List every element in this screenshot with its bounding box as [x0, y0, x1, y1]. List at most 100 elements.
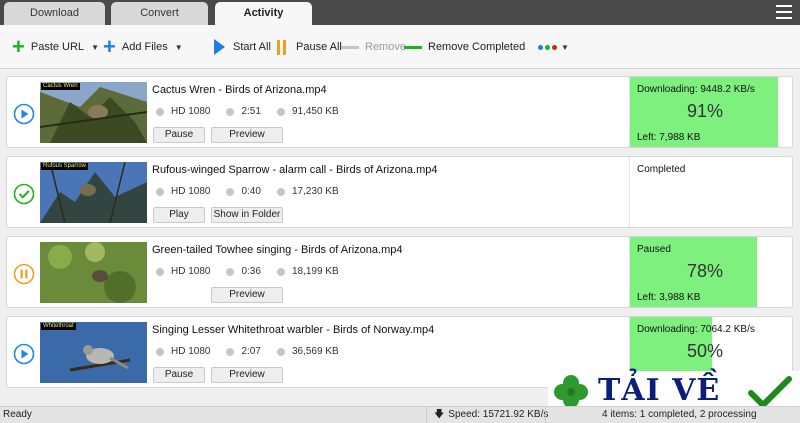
duration-value: 2:07 — [241, 346, 261, 357]
remove-completed-label: Remove Completed — [428, 41, 526, 53]
download-row[interactable]: Green-tailed Towhee singing - Birds of A… — [6, 236, 793, 308]
size-icon — [276, 187, 285, 196]
download-row[interactable]: Cactus Wren Cactus Wren - Birds of Arizo… — [6, 76, 793, 148]
start-all-button[interactable]: Start All — [214, 36, 271, 58]
pause-all-button[interactable]: Pause All — [277, 36, 342, 58]
size-icon — [276, 267, 285, 276]
download-row[interactable]: Rufous Sparrow Rufous-winged Sparrow - a… — [6, 156, 793, 228]
status-text: Downloading: 7064.2 KB/s — [637, 324, 755, 335]
file-name: Green-tailed Towhee singing - Birds of A… — [152, 244, 403, 256]
file-meta: HD 1080 2:07 36,569 KB — [156, 346, 355, 357]
start-all-label: Start All — [233, 41, 271, 53]
bytes-left: Left: 7,988 KB — [637, 132, 701, 143]
watermark-text: TẢI VỀ — [598, 373, 721, 408]
file-meta: HD 1080 0:36 18,199 KB — [156, 266, 355, 277]
progress-panel: Downloading: 9448.2 KB/s 91% Left: 7,988… — [629, 77, 793, 147]
duration-value: 0:40 — [241, 186, 261, 197]
quality-icon — [156, 347, 164, 356]
video-thumbnail: Whitethroat — [40, 322, 147, 383]
check-circle-icon — [13, 183, 35, 205]
size-value: 91,450 KB — [291, 106, 339, 117]
video-thumbnail — [40, 242, 147, 303]
minus-icon — [404, 45, 422, 49]
file-name: Singing Lesser Whitethroat warbler - Bir… — [152, 324, 435, 336]
color-options-button[interactable]: ▼ — [538, 36, 569, 58]
size-value: 36,569 KB — [291, 346, 339, 357]
pause-button[interactable]: Pause — [153, 367, 205, 383]
duration-icon — [226, 187, 235, 196]
progress-panel: Completed — [629, 157, 793, 227]
duration-icon — [226, 347, 235, 356]
chevron-down-icon: ▼ — [561, 42, 569, 52]
file-meta: HD 1080 2:51 91,450 KB — [156, 106, 355, 117]
tab-convert[interactable]: Convert — [111, 2, 208, 25]
color-dots-icon — [538, 44, 559, 50]
status-ready: Ready — [3, 409, 32, 420]
video-thumbnail: Cactus Wren — [40, 82, 147, 143]
show-in-folder-button[interactable]: Show in Folder — [211, 207, 283, 223]
minus-icon — [341, 45, 359, 49]
pause-button[interactable]: Pause — [153, 127, 205, 143]
preview-button[interactable]: Preview — [211, 287, 283, 303]
plus-icon: + — [103, 34, 116, 59]
status-text: Completed — [637, 164, 686, 175]
file-name: Rufous-winged Sparrow - alarm call - Bir… — [152, 164, 438, 176]
add-files-button[interactable]: + Add Files ▼ — [103, 36, 183, 58]
duration-icon — [226, 267, 235, 276]
add-files-label: Add Files — [121, 41, 168, 53]
speed-value: Speed: 15721.92 KB/s — [448, 409, 549, 420]
quality-icon — [156, 107, 164, 116]
preview-button[interactable]: Preview — [211, 367, 283, 383]
progress-percent: 91% — [686, 101, 724, 121]
quality-value: HD 1080 — [171, 106, 211, 117]
duration-value: 2:51 — [241, 106, 261, 117]
video-thumbnail: Rufous Sparrow — [40, 162, 147, 223]
download-list: Cactus Wren Cactus Wren - Birds of Arizo… — [0, 69, 800, 406]
toolbar: + Paste URL ▼ + Add Files ▼ Start All Pa… — [0, 25, 800, 69]
tab-bar: Download Convert Activity — [0, 0, 800, 25]
quality-icon — [156, 187, 164, 196]
file-name: Cactus Wren - Birds of Arizona.mp4 — [152, 84, 327, 96]
pause-icon — [277, 39, 289, 55]
play-button[interactable]: Play — [153, 207, 205, 223]
plus-icon: + — [12, 34, 25, 59]
thumbnail-tag: Whitethroat — [41, 323, 76, 330]
paste-url-label: Paste URL — [30, 41, 85, 53]
play-icon[interactable] — [13, 103, 35, 125]
thumbnail-tag: Cactus Wren — [41, 83, 80, 90]
remove-completed-button[interactable]: Remove Completed — [404, 36, 525, 58]
pause-icon[interactable] — [13, 263, 35, 285]
arrow-down-icon: 🡇 — [434, 409, 445, 420]
chevron-down-icon[interactable]: ▼ — [175, 43, 183, 52]
menu-icon[interactable] — [776, 5, 792, 19]
play-icon — [214, 39, 225, 55]
checkmark-icon — [748, 376, 792, 408]
progress-panel: Paused 78% Left: 3,988 KB — [629, 237, 793, 307]
status-items: 4 items: 1 completed, 2 processing — [602, 409, 757, 420]
thumbnail-tag: Rufous Sparrow — [41, 163, 89, 170]
size-icon — [276, 347, 285, 356]
tab-activity[interactable]: Activity — [215, 2, 312, 25]
paste-url-button[interactable]: + Paste URL ▼ — [12, 36, 99, 58]
quality-value: HD 1080 — [171, 346, 211, 357]
duration-icon — [226, 107, 235, 116]
status-bar: Ready 🡇 Speed: 15721.92 KB/s 4 items: 1 … — [0, 406, 800, 423]
quality-icon — [156, 267, 164, 276]
size-value: 17,230 KB — [291, 186, 339, 197]
status-speed: 🡇 Speed: 15721.92 KB/s — [434, 407, 548, 423]
chevron-down-icon[interactable]: ▼ — [91, 43, 99, 52]
tab-download[interactable]: Download — [4, 2, 105, 25]
size-icon — [276, 107, 285, 116]
play-icon[interactable] — [13, 343, 35, 365]
remove-label: Remove — [365, 41, 406, 53]
pause-all-label: Pause All — [296, 41, 342, 53]
status-text: Downloading: 9448.2 KB/s — [637, 84, 755, 95]
quality-value: HD 1080 — [171, 186, 211, 197]
duration-value: 0:36 — [241, 266, 261, 277]
progress-percent: 50% — [686, 341, 724, 361]
bytes-left: Left: 3,988 KB — [637, 292, 701, 303]
progress-percent: 78% — [686, 261, 724, 281]
file-meta: HD 1080 0:40 17,230 KB — [156, 186, 355, 197]
preview-button[interactable]: Preview — [211, 127, 283, 143]
remove-button[interactable]: Remove — [341, 36, 406, 58]
